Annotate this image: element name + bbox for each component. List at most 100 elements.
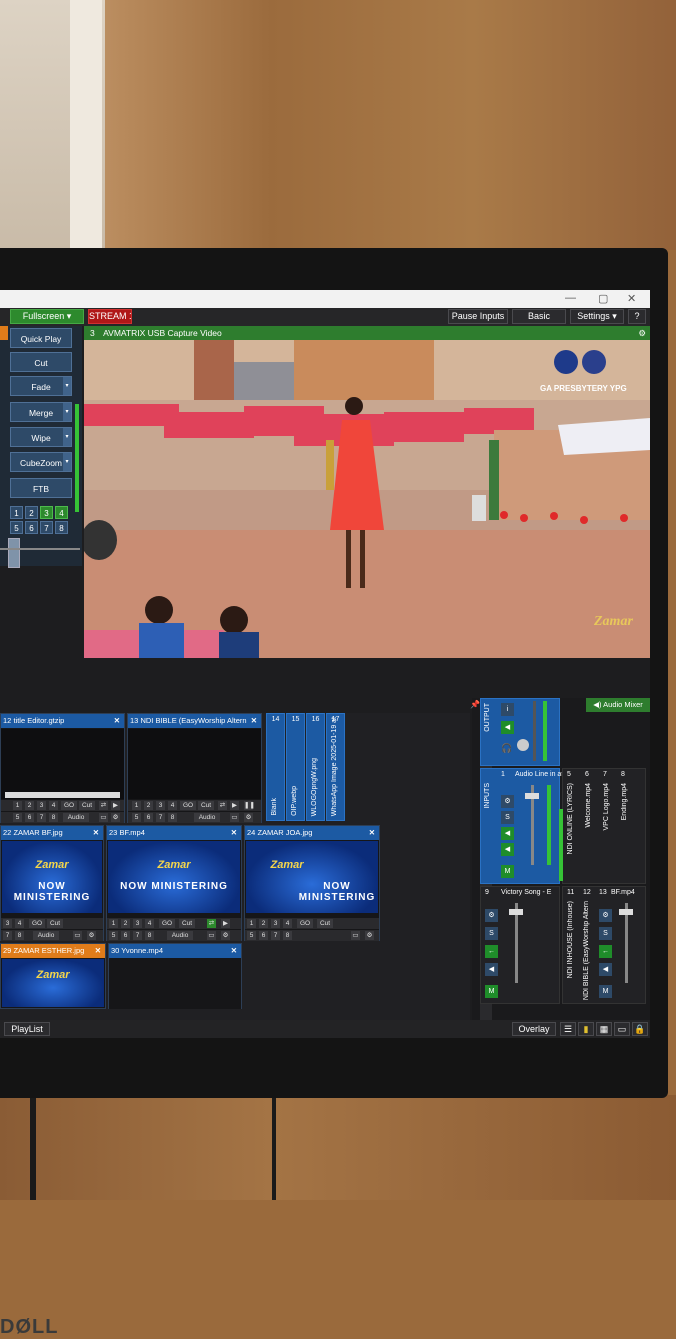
close-icon[interactable]: ✕ xyxy=(114,714,120,728)
cut-button[interactable]: Cut xyxy=(10,352,72,372)
output-preview[interactable]: Zamar GA PRESBYTERY YPG xyxy=(84,340,650,658)
settings-button[interactable]: Settings ▾ xyxy=(570,309,624,324)
t-bar-slider[interactable] xyxy=(8,538,20,568)
play-icon[interactable]: ▶ xyxy=(221,919,230,928)
overlay-4-button[interactable]: 4 xyxy=(49,801,58,810)
lock-icon[interactable]: 🔒 xyxy=(632,1022,648,1036)
cut-button[interactable]: Cut xyxy=(317,919,333,928)
input-thumbnail[interactable]: Zamar NOW MINISTERING xyxy=(246,841,378,913)
input-tab[interactable]: 16 WLOGOpngW.png xyxy=(306,713,325,821)
chevron-down-icon[interactable]: ▾ xyxy=(63,377,71,395)
transition-number-3[interactable]: 3 xyxy=(40,506,53,519)
overlay-7-button[interactable]: 7 xyxy=(271,931,280,940)
input-tab[interactable]: 14 Blank xyxy=(266,713,285,821)
transition-number-5[interactable]: 5 xyxy=(10,521,23,534)
overlay-1-button[interactable]: 1 xyxy=(13,801,22,810)
overlay-8-button[interactable]: 8 xyxy=(15,931,24,940)
overlay-4-button[interactable]: 4 xyxy=(145,919,154,928)
input-thumbnail[interactable]: Zamar NOW MINISTERING xyxy=(2,841,102,913)
speaker-icon[interactable]: ◀ xyxy=(501,721,514,734)
overlay-4-button[interactable]: 4 xyxy=(168,801,177,810)
speaker-icon[interactable]: ◀ xyxy=(501,843,514,856)
transition-number-2[interactable]: 2 xyxy=(25,506,38,519)
overlay-8-button[interactable]: 8 xyxy=(145,931,154,940)
cut-button[interactable]: Cut xyxy=(179,919,195,928)
solo-button[interactable]: S xyxy=(485,927,498,940)
cut-button[interactable]: Cut xyxy=(47,919,63,928)
grid-icon[interactable]: ▦ xyxy=(596,1022,612,1036)
input-card[interactable]: 23 BF.mp4 ✕ Zamar NOW MINISTERING 1 2 3 4 … xyxy=(106,825,242,941)
speaker-icon[interactable]: ◀ xyxy=(485,963,498,976)
go-button[interactable]: GO xyxy=(61,801,77,810)
input-card[interactable]: 30 Yvonne.mp4 ✕ xyxy=(108,943,242,1009)
overlay-3-button[interactable]: 3 xyxy=(271,919,280,928)
input-card[interactable]: 22 ZAMAR BF.jpg ✕ Zamar NOW MINISTERING 3 … xyxy=(0,825,104,941)
overlay-4-button[interactable]: 4 xyxy=(283,919,292,928)
multiview-icon[interactable]: ▭ xyxy=(614,1022,630,1036)
solo-button[interactable]: S xyxy=(599,927,612,940)
maximize-icon[interactable]: ▢ xyxy=(598,292,608,305)
arrow-left-icon[interactable]: ← xyxy=(599,945,612,958)
transition-number-1[interactable]: 1 xyxy=(10,506,23,519)
overlay-button[interactable]: Overlay xyxy=(512,1022,556,1036)
merge-button[interactable]: Merge ▾ xyxy=(10,402,72,422)
overlay-1-button[interactable]: 1 xyxy=(247,919,256,928)
overlay-7-button[interactable]: 7 xyxy=(133,931,142,940)
monitor-icon[interactable]: ▭ xyxy=(207,931,216,940)
close-icon[interactable]: ✕ xyxy=(251,714,257,728)
input-thumbnail[interactable] xyxy=(109,959,241,1009)
cut-button[interactable]: Cut xyxy=(79,801,95,810)
arrow-left-icon[interactable]: ← xyxy=(485,945,498,958)
gear-icon[interactable]: ⚙ xyxy=(87,931,96,940)
bar-chart-icon[interactable]: ▮ xyxy=(578,1022,594,1036)
overlay-5-button[interactable]: 5 xyxy=(132,813,141,822)
monitor-icon[interactable]: ▭ xyxy=(73,931,82,940)
gear-icon[interactable] xyxy=(0,326,8,340)
loop-icon[interactable]: ⇄ xyxy=(207,919,216,928)
overlay-7-button[interactable]: 7 xyxy=(3,931,12,940)
overlay-3-button[interactable]: 3 xyxy=(156,801,165,810)
audio-button[interactable]: Audio xyxy=(167,931,193,940)
gear-icon[interactable]: ⚙ xyxy=(501,795,514,808)
overlay-3-button[interactable]: 3 xyxy=(37,801,46,810)
quick-play-button[interactable]: Quick Play xyxy=(10,328,72,348)
close-icon[interactable]: ✕ xyxy=(231,826,237,840)
pause-icon[interactable]: ❚❚ xyxy=(244,801,255,810)
help-button[interactable]: ? xyxy=(628,309,646,324)
input-card-header[interactable]: 12 title Editor.gtzip ✕ xyxy=(1,714,124,728)
overlay-1-button[interactable]: 1 xyxy=(109,919,118,928)
volume-knob[interactable] xyxy=(517,739,529,751)
go-button[interactable]: GO xyxy=(29,919,45,928)
solo-button[interactable]: S xyxy=(501,811,514,824)
overlay-3-button[interactable]: 3 xyxy=(133,919,142,928)
input-card[interactable]: 24 ZAMAR JOA.jpg ✕ Zamar NOW MINISTERING 1… xyxy=(244,825,380,941)
speaker-icon[interactable]: ◀ xyxy=(599,963,612,976)
mute-button[interactable]: M xyxy=(599,985,612,998)
input-card-header[interactable]: 22 ZAMAR BF.jpg ✕ xyxy=(1,826,103,840)
overlay-7-button[interactable]: 7 xyxy=(156,813,165,822)
input-card-header[interactable]: 24 ZAMAR JOA.jpg ✕ xyxy=(245,826,379,840)
fader-handle[interactable] xyxy=(525,793,539,799)
overlay-2-button[interactable]: 2 xyxy=(25,801,34,810)
overlay-8-button[interactable]: 8 xyxy=(168,813,177,822)
audio-button[interactable]: Audio xyxy=(33,931,59,940)
monitor-icon[interactable]: ▭ xyxy=(351,931,360,940)
input-card-header[interactable]: 13 NDI BIBLE (EasyWorship Altern ✕ xyxy=(128,714,261,728)
gear-icon[interactable]: ⚙ xyxy=(638,326,646,340)
minimize-icon[interactable]: — xyxy=(565,292,576,304)
close-icon[interactable]: ✕ xyxy=(93,826,99,840)
input-thumbnail[interactable]: Zamar xyxy=(2,959,104,1007)
overlay-8-button[interactable]: 8 xyxy=(283,931,292,940)
basic-button[interactable]: Basic xyxy=(512,309,566,324)
chevron-down-icon[interactable]: ▾ xyxy=(63,453,71,471)
monitor-icon[interactable]: ▭ xyxy=(99,813,108,822)
play-icon[interactable]: ▶ xyxy=(230,801,239,810)
audio-button[interactable]: Audio xyxy=(63,813,89,822)
gear-icon[interactable]: ⚙ xyxy=(485,909,498,922)
mute-button[interactable]: M xyxy=(485,985,498,998)
menu-icon[interactable]: ☰ xyxy=(560,1022,576,1036)
audio-mixer-tab[interactable]: ◀) Audio Mixer xyxy=(586,698,650,712)
playlist-button[interactable]: PlayList xyxy=(4,1022,50,1036)
transition-number-4[interactable]: 4 xyxy=(55,506,68,519)
overlay-8-button[interactable]: 8 xyxy=(49,813,58,822)
